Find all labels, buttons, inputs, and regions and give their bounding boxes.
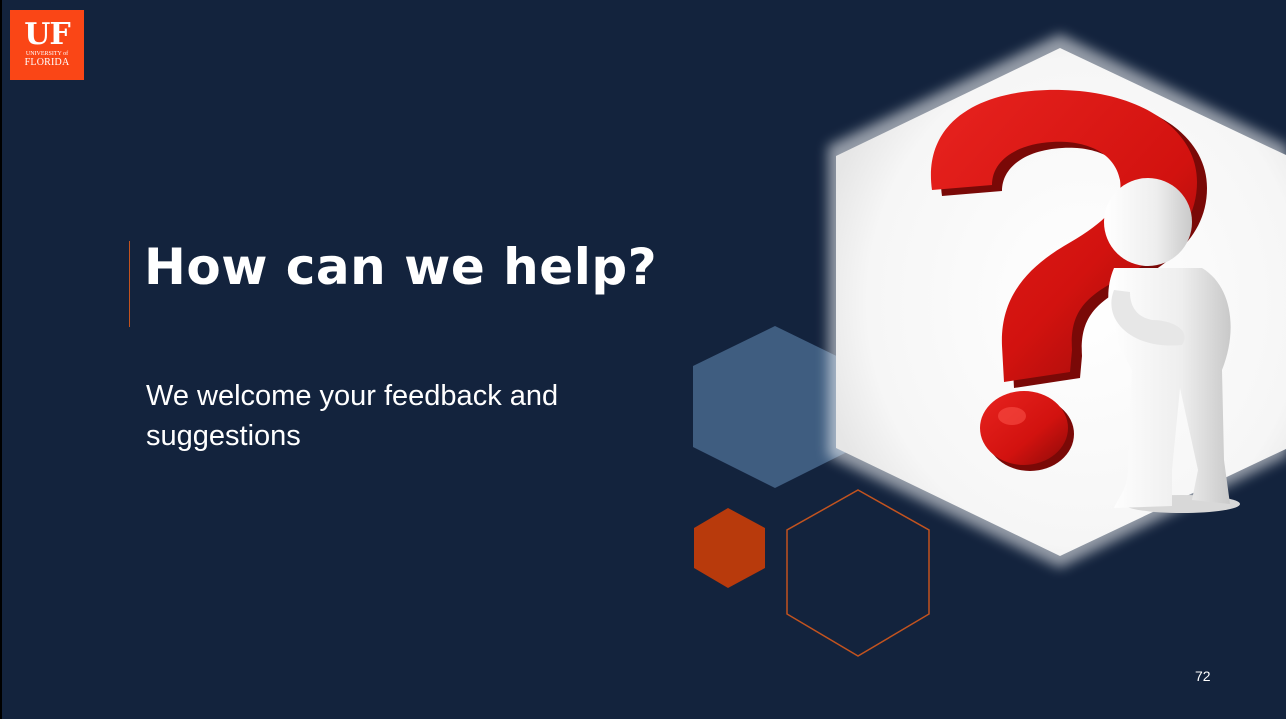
hexagon-graphics <box>693 34 1286 657</box>
page-number: 72 <box>1195 668 1211 684</box>
orange-outline-hexagon <box>786 489 930 657</box>
orange-hexagon <box>694 508 765 588</box>
slide: UF UNIVERSITY of FLORIDA How can we help… <box>0 0 1286 719</box>
